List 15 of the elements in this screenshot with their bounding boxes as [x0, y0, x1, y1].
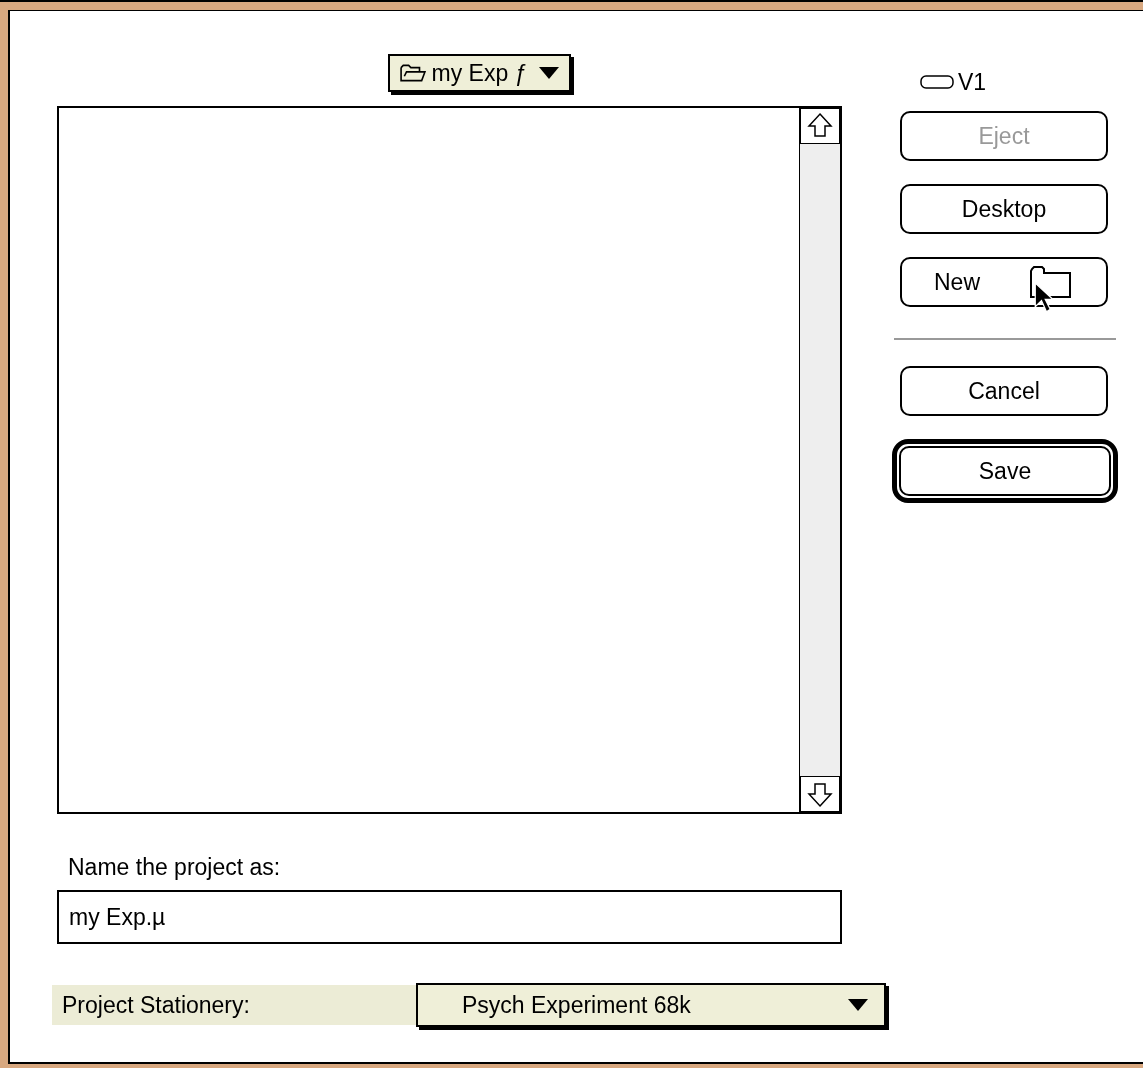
new-folder-button[interactable]: New: [900, 257, 1108, 307]
folder-popup-menu[interactable]: my Exp ƒ: [387, 54, 572, 92]
dropdown-arrow-icon: [539, 67, 560, 79]
dialog-button[interactable]: Save: [899, 446, 1111, 496]
field-label: Name the project as:: [68, 854, 282, 882]
scrollbar[interactable]: [799, 108, 840, 812]
stationery-label: Project Stationery:: [52, 985, 418, 1025]
dropdown-arrow-icon: [848, 999, 868, 1011]
folder-icon: [399, 63, 426, 83]
volume-name: V1: [958, 69, 987, 96]
folder-icon: [1030, 265, 1072, 299]
dialog-button[interactable]: Desktop: [900, 184, 1108, 234]
name-input-field[interactable]: my Exp.µ: [57, 890, 842, 944]
dialog-button[interactable]: Cancel: [900, 366, 1108, 416]
stationery-popup-menu[interactable]: Psych Experiment 68k: [416, 983, 886, 1027]
